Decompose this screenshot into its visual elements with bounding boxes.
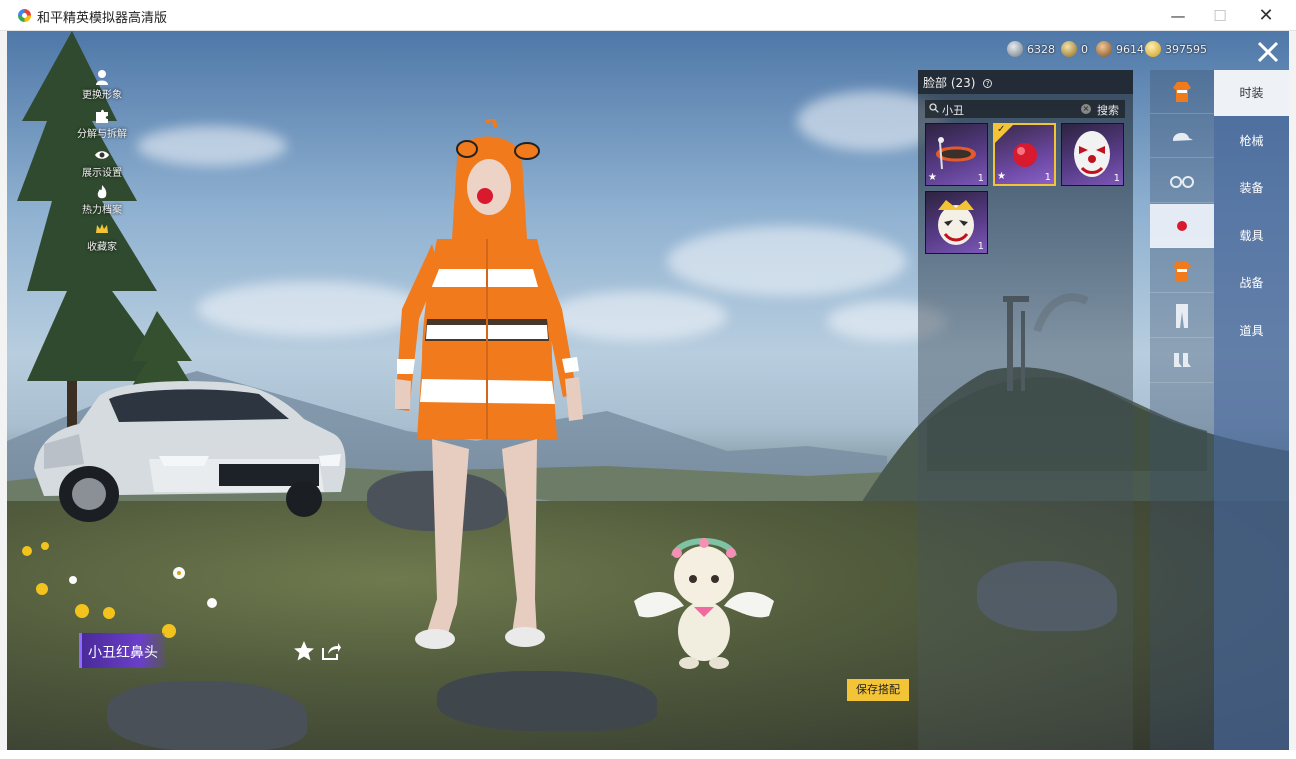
currency-value: 9614 xyxy=(1116,42,1144,56)
gold-coupon-icon xyxy=(1061,41,1077,57)
window-titlebar: 和平精英模拟器高清版 — ☐ ✕ xyxy=(0,0,1296,31)
tab-weapons[interactable]: 枪械 xyxy=(1214,118,1289,164)
category-top[interactable] xyxy=(1150,249,1214,293)
menu-label: 收藏家 xyxy=(87,242,117,253)
outfit-icon xyxy=(1173,260,1191,281)
menu-heat-profile[interactable]: 热力档案 xyxy=(67,184,137,216)
currency-value: 397595 xyxy=(1165,42,1207,56)
bronze-coin-icon xyxy=(1096,41,1112,57)
window-title: 和平精英模拟器高清版 xyxy=(37,11,168,26)
minimize-button[interactable]: — xyxy=(1155,0,1201,31)
category-pants[interactable] xyxy=(1150,294,1214,338)
currency-bronze: 9614 xyxy=(1096,40,1144,58)
selected-item-name-plate: 小丑红鼻头 xyxy=(79,633,165,668)
search-icon xyxy=(929,103,939,113)
search-input[interactable]: 小丑 xyxy=(942,102,964,118)
menu-label: 展示设置 xyxy=(82,168,122,179)
menu-change-appearance[interactable]: 更换形象 xyxy=(67,69,137,101)
silver-suv-vehicle xyxy=(34,381,346,522)
menu-label: 分解与拆解 xyxy=(77,129,127,140)
silver-coin-icon xyxy=(1007,41,1023,57)
category-outfit[interactable] xyxy=(1150,70,1214,114)
tab-items[interactable]: 道具 xyxy=(1214,308,1289,354)
socks-icon xyxy=(1174,352,1191,367)
category-shoes[interactable] xyxy=(1150,339,1214,383)
puzzle-icon xyxy=(96,109,108,123)
rock xyxy=(437,671,657,731)
item-clown-red-nose[interactable]: ✓ ★ 1 xyxy=(993,123,1056,186)
menu-display-settings[interactable]: 展示设置 xyxy=(67,147,137,179)
flame-icon xyxy=(97,185,107,199)
menu-label: 更换形象 xyxy=(82,90,122,101)
angel-bunny-pet xyxy=(634,538,774,669)
maximize-button[interactable]: ☐ xyxy=(1197,0,1243,31)
category-column xyxy=(1150,70,1214,750)
close-window-button[interactable]: ✕ xyxy=(1243,0,1289,31)
pants-icon xyxy=(1176,303,1188,328)
item-search-box[interactable]: 小丑 × 搜索 xyxy=(925,100,1125,118)
category-face[interactable] xyxy=(1150,204,1214,248)
currency-value: 0 xyxy=(1081,42,1088,56)
check-icon: ✓ xyxy=(997,124,1006,135)
item-clown-face-mask[interactable]: 1 xyxy=(1061,123,1124,186)
currency-value: 6328 xyxy=(1027,42,1055,56)
crown-icon xyxy=(96,224,108,233)
rock xyxy=(107,681,307,750)
face-items-panel: 脸部 (23) ? 小丑 × 搜索 ★ 1 ✓ ★ 1 1 1 xyxy=(918,70,1133,750)
item-joker-gold-mask[interactable]: 1 xyxy=(925,191,988,254)
tab-battle-prep[interactable]: 战备 xyxy=(1214,260,1289,306)
host-window-edge-left xyxy=(0,31,7,750)
category-hat[interactable] xyxy=(1150,114,1214,158)
favorite-star-button[interactable] xyxy=(293,640,315,662)
item-quantity: 1 xyxy=(977,173,984,184)
category-glasses[interactable] xyxy=(1150,159,1214,203)
tab-fashion[interactable]: 时装 xyxy=(1214,70,1289,116)
currency-silver: 6328 xyxy=(1007,40,1055,58)
panel-title: 脸部 (23) xyxy=(923,76,976,90)
tab-equipment[interactable]: 装备 xyxy=(1214,165,1289,211)
menu-label: 热力档案 xyxy=(82,205,122,216)
search-button[interactable]: 搜索 xyxy=(1097,102,1119,118)
currency-gold: 397595 xyxy=(1145,40,1207,58)
share-icon[interactable] xyxy=(320,640,342,662)
currency-coupon: 0 xyxy=(1061,40,1088,58)
item-quantity: 1 xyxy=(977,241,984,252)
game-viewport: 更换形象 分解与拆解 展示设置 热力档案 收藏家 6328 0 9614 397… xyxy=(7,31,1289,750)
outfit-icon xyxy=(1173,81,1191,102)
glasses-icon xyxy=(1170,175,1194,188)
gold-coin-icon xyxy=(1145,41,1161,57)
player-character-clownfish-outfit xyxy=(395,119,583,649)
menu-decompose[interactable]: 分解与拆解 xyxy=(67,108,137,140)
item-snorkel-mask[interactable]: ★ 1 xyxy=(925,123,988,186)
save-outfit-button[interactable]: 保存搭配 xyxy=(847,679,909,701)
item-quantity: 1 xyxy=(1113,173,1120,184)
menu-collector[interactable]: 收藏家 xyxy=(67,221,137,253)
tab-vehicles[interactable]: 载具 xyxy=(1214,213,1289,259)
person-icon xyxy=(96,70,108,85)
panel-header: 脸部 (23) ? xyxy=(918,70,1133,94)
main-tabs: 时装 枪械 装备 载具 战备 道具 xyxy=(1214,70,1289,750)
close-wardrobe-button[interactable] xyxy=(1255,39,1281,65)
favorite-star-icon: ★ xyxy=(928,172,937,183)
help-icon[interactable]: ? xyxy=(983,79,993,88)
red-nose-icon xyxy=(1177,220,1187,231)
favorite-star-icon: ★ xyxy=(997,171,1006,182)
app-logo-icon xyxy=(18,9,31,22)
eye-icon xyxy=(95,151,109,159)
item-quantity: 1 xyxy=(1044,172,1051,183)
cap-icon xyxy=(1173,132,1193,141)
clear-search-button[interactable]: × xyxy=(1081,104,1091,114)
red-clown-nose xyxy=(477,188,493,204)
host-window-edge-right xyxy=(1289,31,1296,750)
